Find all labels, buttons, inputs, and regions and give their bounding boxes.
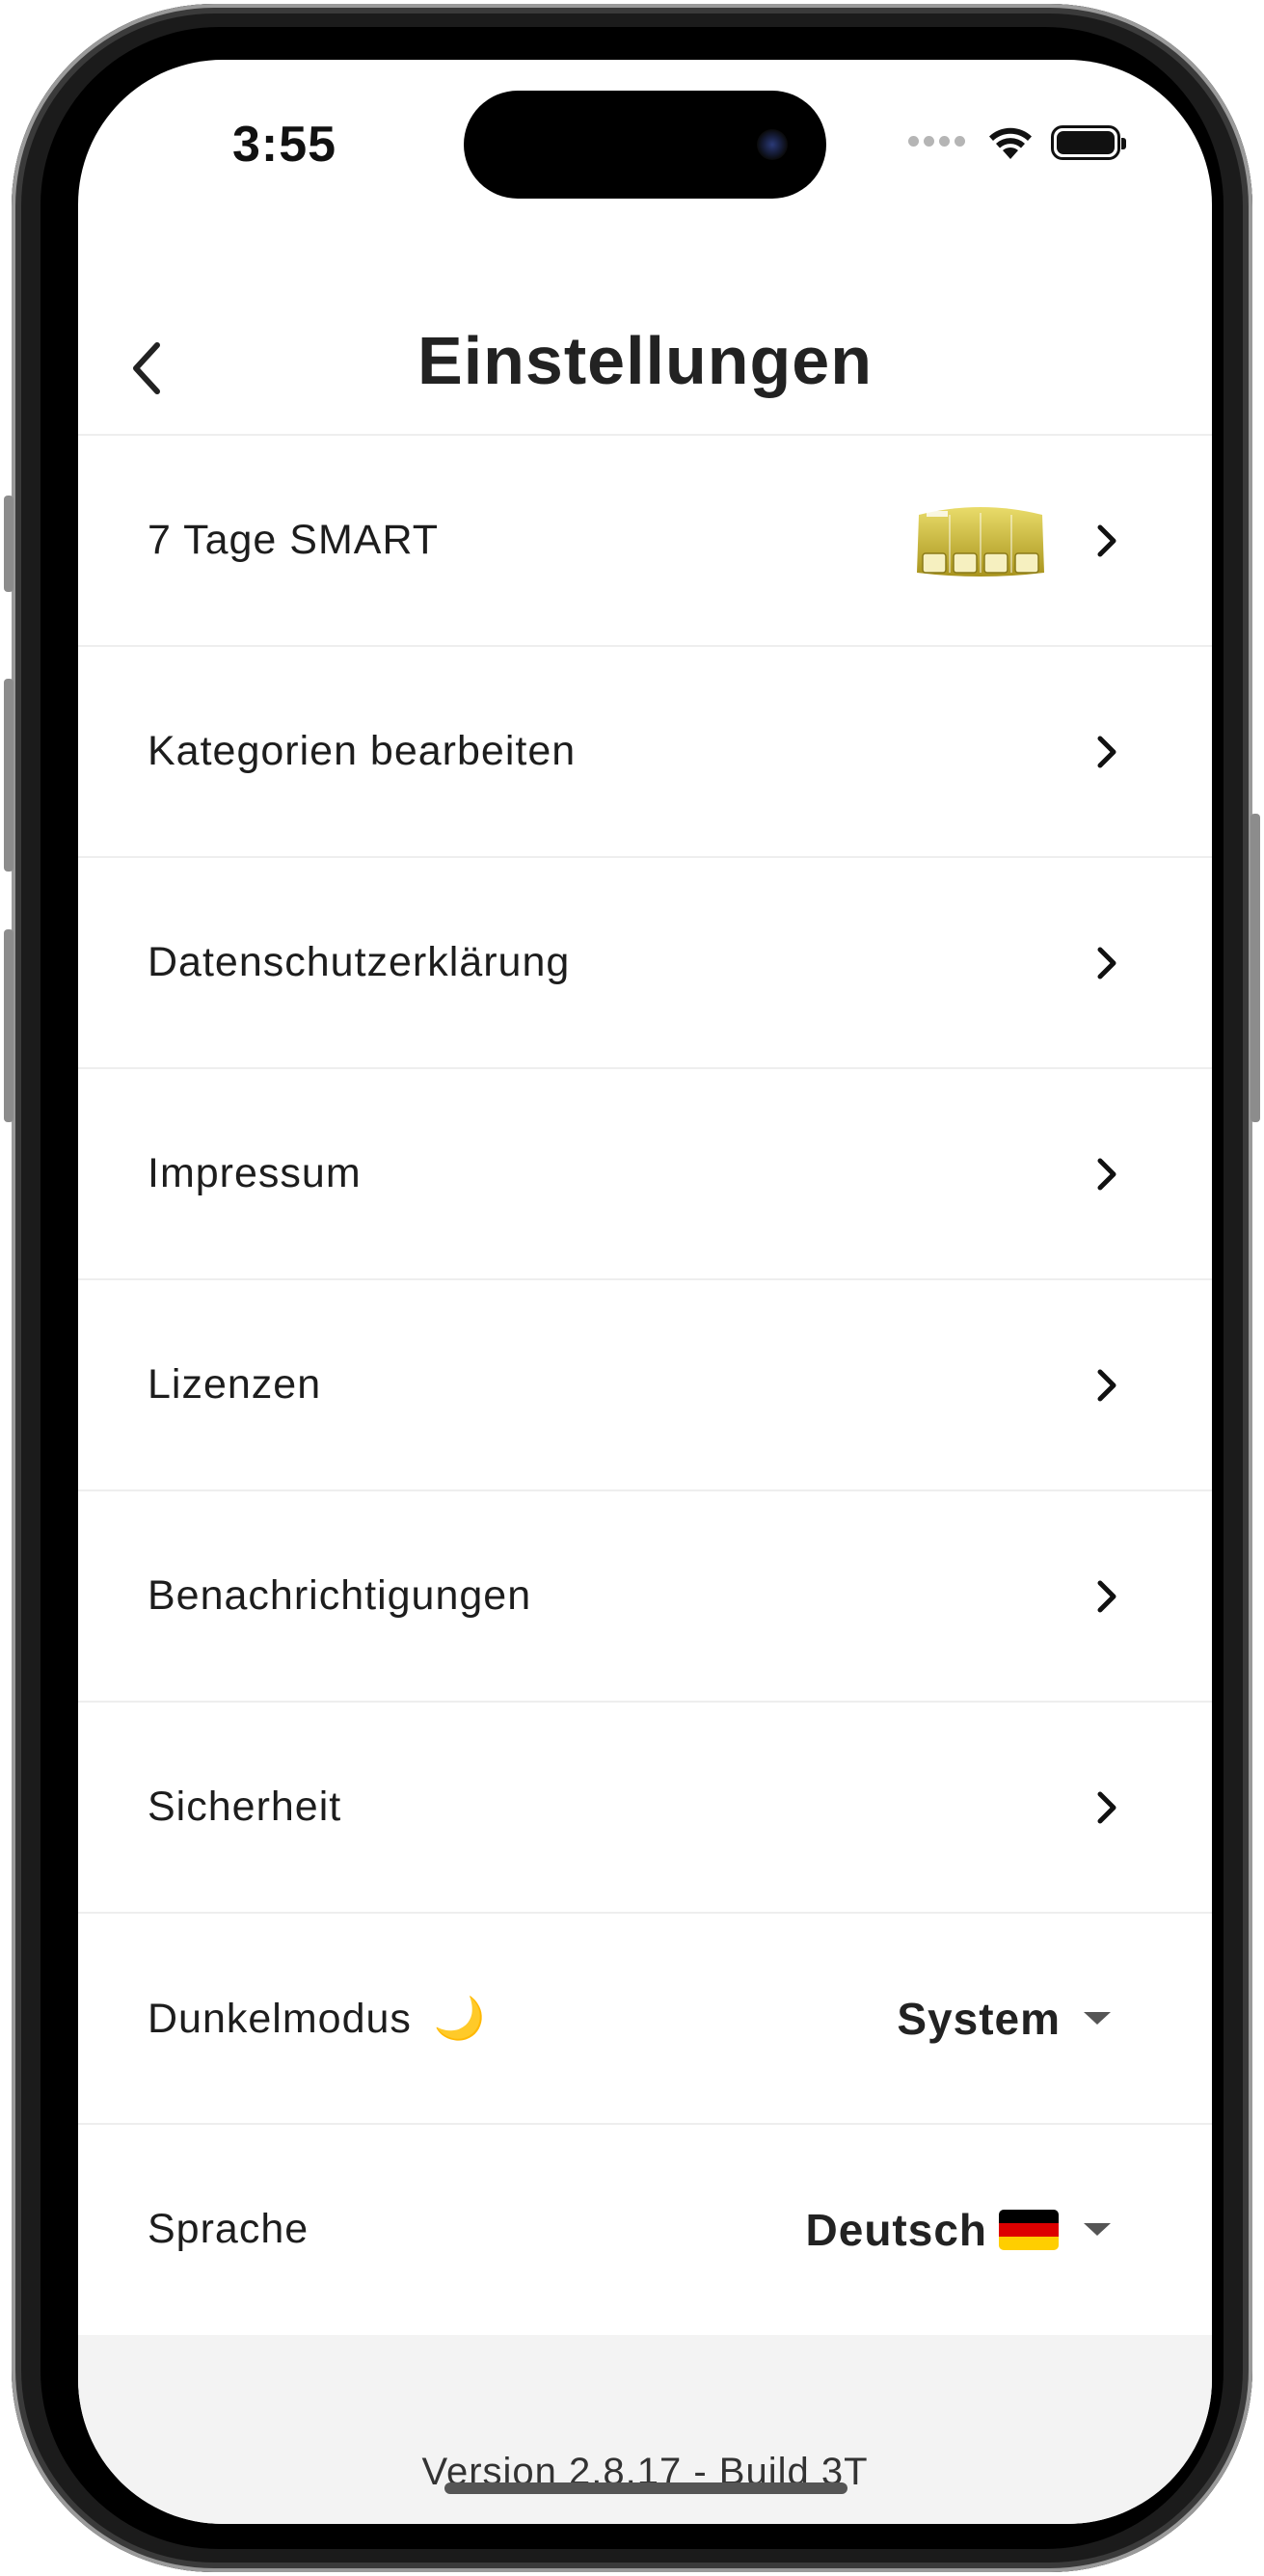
volume-up-button bbox=[4, 679, 13, 872]
language-value: Deutsch bbox=[805, 2204, 987, 2255]
language-dropdown[interactable]: Deutsch bbox=[806, 2204, 1111, 2256]
pill-organizer-image bbox=[917, 506, 1044, 577]
row-sprache: Sprache Deutsch bbox=[78, 2123, 1212, 2334]
action-button bbox=[4, 496, 13, 592]
row-benachrichtigungen[interactable]: Benachrichtigungen bbox=[78, 1489, 1212, 1701]
moon-icon: 🌙 bbox=[433, 1995, 487, 2042]
battery-icon bbox=[1051, 125, 1126, 160]
chevron-right-icon bbox=[1097, 1369, 1116, 1401]
row-label: Sprache bbox=[148, 2206, 309, 2252]
row-kategorien-bearbeiten[interactable]: Kategorien bearbeiten bbox=[78, 645, 1212, 856]
caret-down-icon bbox=[1084, 2012, 1111, 2025]
screen: 3:55 Einstellungen 7 Tage SMART Kategori… bbox=[78, 60, 1212, 2524]
camera-icon bbox=[757, 129, 788, 160]
chevron-right-icon bbox=[1097, 1791, 1116, 1823]
row-lizenzen[interactable]: Lizenzen bbox=[78, 1278, 1212, 1489]
status-time: 3:55 bbox=[232, 117, 337, 173]
row-label: Dunkelmodus 🌙 bbox=[148, 1995, 897, 2043]
row-impressum[interactable]: Impressum bbox=[78, 1067, 1212, 1278]
row-label: Sicherheit bbox=[148, 1784, 342, 1830]
chevron-right-icon bbox=[1097, 947, 1116, 979]
volume-down-button bbox=[4, 929, 13, 1122]
dynamic-island bbox=[464, 91, 826, 199]
chevron-right-icon bbox=[1097, 1158, 1116, 1190]
status-icons bbox=[908, 123, 1126, 162]
row-dunkelmodus: Dunkelmodus 🌙 System bbox=[78, 1912, 1212, 2123]
dark-mode-value: System bbox=[897, 1993, 1061, 2044]
phone-frame: 3:55 Einstellungen 7 Tage SMART Kategori… bbox=[4, 4, 1260, 2572]
signal-dots-icon bbox=[908, 134, 970, 151]
chevron-right-icon bbox=[1097, 524, 1116, 556]
dark-mode-label: Dunkelmodus bbox=[148, 1995, 412, 2042]
dark-mode-dropdown[interactable]: System bbox=[897, 1993, 1111, 2045]
row-7-tage-smart[interactable]: 7 Tage SMART bbox=[78, 434, 1212, 645]
caret-down-icon bbox=[1084, 2223, 1111, 2236]
chevron-right-icon bbox=[1097, 736, 1116, 767]
navigation-bar: Einstellungen bbox=[78, 301, 1212, 436]
settings-list: 7 Tage SMART Kategorien bearbeiten Daten… bbox=[78, 434, 1212, 2334]
row-label: Kategorien bearbeiten bbox=[148, 728, 577, 774]
row-label: Datenschutzerklärung bbox=[148, 939, 571, 985]
chevron-right-icon bbox=[1097, 1580, 1116, 1612]
home-indicator[interactable] bbox=[444, 2482, 847, 2494]
row-label: Lizenzen bbox=[148, 1361, 322, 1408]
row-label: Benachrichtigungen bbox=[148, 1572, 532, 1619]
wifi-icon bbox=[989, 127, 1032, 159]
power-button bbox=[1251, 814, 1260, 1122]
row-label: Impressum bbox=[148, 1150, 362, 1196]
page-title: Einstellungen bbox=[417, 323, 873, 398]
row-sicherheit[interactable]: Sicherheit bbox=[78, 1701, 1212, 1912]
row-label: 7 Tage SMART bbox=[148, 517, 439, 563]
row-datenschutzerklaerung[interactable]: Datenschutzerklärung bbox=[78, 856, 1212, 1067]
german-flag-icon bbox=[999, 2209, 1059, 2250]
footer: Version 2.8.17 - Build 3T bbox=[78, 2335, 1212, 2524]
